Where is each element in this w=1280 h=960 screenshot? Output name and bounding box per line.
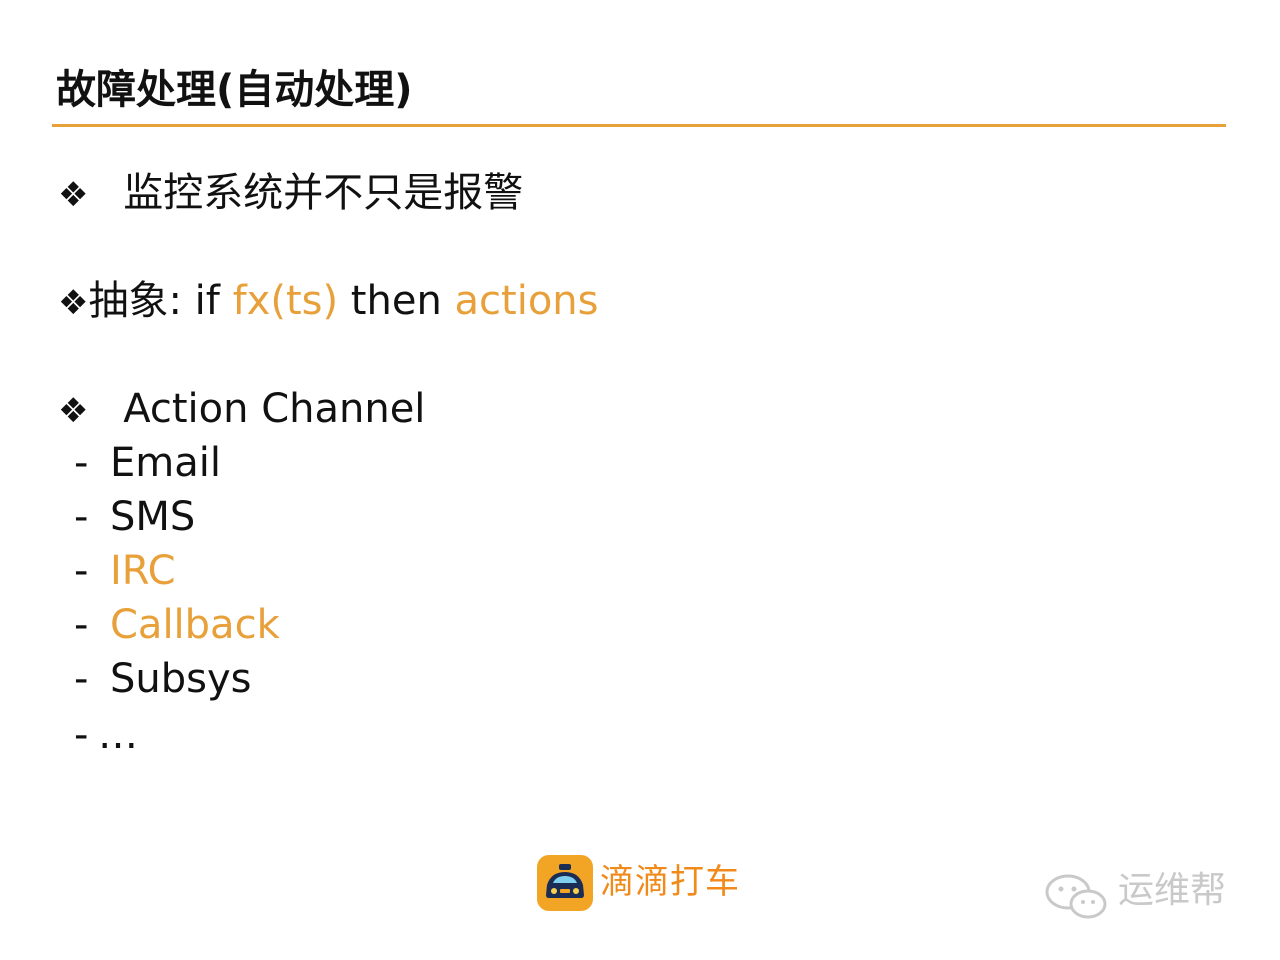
channel-label: SMS	[110, 494, 196, 540]
diamond-bullet-icon: ❖	[58, 391, 89, 431]
bullet-point-2: ❖抽象: if fx(ts) then actions	[58, 274, 599, 330]
bullet-point-1: ❖ 监控系统并不只是报警	[58, 166, 523, 222]
diamond-bullet-icon: ❖	[58, 283, 89, 323]
wechat-icon	[1045, 874, 1107, 919]
point-3-text: Action Channel	[123, 386, 426, 432]
channel-label: Subsys	[110, 656, 252, 702]
point-2-prefix: 抽象: if	[88, 278, 233, 324]
brand-name: 滴滴打车	[600, 862, 740, 902]
dash-marker: -	[74, 440, 89, 486]
channel-item-more: -…	[74, 708, 138, 762]
taxi-car-icon	[537, 855, 593, 911]
point-2-fx: fx(ts)	[232, 278, 339, 324]
channel-item-email: - Email	[74, 436, 221, 490]
bullet-point-3: ❖ Action Channel	[58, 382, 425, 438]
watermark-text: 运维帮	[1118, 870, 1227, 911]
title-divider	[52, 124, 1226, 127]
point-2-actions: actions	[454, 278, 599, 324]
channel-item-sms: - SMS	[74, 490, 195, 544]
channel-label: …	[98, 712, 138, 758]
dash-marker: -	[74, 602, 89, 648]
channel-label: Email	[110, 440, 221, 486]
channel-label: Callback	[110, 602, 280, 648]
point-2-middle: then	[338, 278, 455, 324]
point-1-text: 监控系统并不只是报警	[123, 170, 524, 216]
channel-item-subsys: - Subsys	[74, 652, 251, 706]
dash-marker: -	[74, 712, 89, 758]
channel-item-irc: - IRC	[74, 544, 176, 598]
channel-item-callback: - Callback	[74, 598, 280, 652]
dash-marker: -	[74, 548, 89, 594]
slide-title: 故障处理(自动处理)	[56, 67, 413, 113]
channel-label: IRC	[110, 548, 176, 594]
dash-marker: -	[74, 656, 89, 702]
diamond-bullet-icon: ❖	[58, 175, 89, 215]
dash-marker: -	[74, 494, 89, 540]
